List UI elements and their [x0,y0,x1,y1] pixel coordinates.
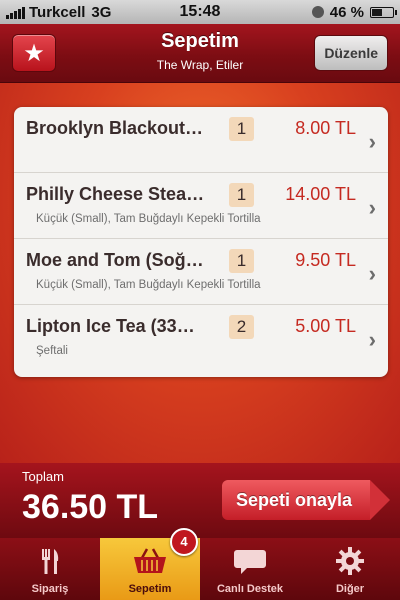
gear-icon [300,546,400,576]
item-options: Küçük (Small), Tam Buğdaylı Kepekli Tort… [36,213,261,225]
carrier-name: Turkcell [29,3,86,21]
cart-item-row[interactable]: Philly Cheese Stea… 1 14.00 TL Küçük (Sm… [14,173,388,239]
item-name: Moe and Tom (Soğ… [26,250,204,270]
item-quantity: 1 [229,183,254,207]
orientation-lock-icon [311,6,324,18]
tab-label: Sepetim [128,583,172,595]
battery-percent: 46 % [329,3,364,21]
chat-bubble-icon [200,546,300,576]
cart-items-list: Brooklyn Blackout… 1 8.00 TL › Philly Ch… [14,107,388,377]
signal-strength-icon [6,5,25,19]
item-name: Philly Cheese Stea… [26,184,205,204]
navigation-bar: ★ Sepetim The Wrap, Etiler Düzenle [0,24,400,83]
item-name: Lipton Ice Tea (33… [26,316,195,336]
edit-button[interactable]: Düzenle [314,35,388,71]
item-name: Brooklyn Blackout… [26,118,204,138]
chevron-right-icon: › [368,327,376,352]
tab-live-support[interactable]: Canlı Destek [200,538,300,600]
tab-other[interactable]: Diğer [300,538,400,600]
confirm-cart-button[interactable]: Sepeti onayla [222,480,390,520]
item-price: 14.00 TL [285,184,356,204]
item-quantity: 1 [229,117,254,141]
tab-cart[interactable]: 4 Sepetim [100,528,200,600]
chevron-right-icon: › [368,261,376,286]
item-price: 8.00 TL [295,118,356,138]
cart-item-row[interactable]: Moe and Tom (Soğ… 1 9.50 TL Küçük (Small… [14,239,388,305]
item-quantity: 1 [229,249,254,273]
cart-item-row[interactable]: Lipton Ice Tea (33… 2 5.00 TL Şeftali › [14,305,388,377]
chevron-right-icon: › [368,195,376,220]
tab-order[interactable]: Sipariş [0,538,100,600]
total-label: Toplam [22,469,64,484]
item-quantity: 2 [229,315,254,339]
network-type: 3G [91,3,112,21]
cart-count-badge: 4 [170,528,198,556]
item-price: 5.00 TL [295,316,356,336]
chevron-right-icon: › [368,129,376,154]
item-price: 9.50 TL [295,250,356,270]
tab-bar: Sipariş 4 Sepetim Canlı Destek Diğer [0,528,400,600]
tab-label: Diğer [335,583,365,595]
status-bar: Turkcell 3G 15:48 46 % [0,0,400,24]
tab-label: Canlı Destek [216,583,284,595]
item-options: Küçük (Small), Tam Buğdaylı Kepekli Tort… [36,279,261,291]
utensils-icon [0,546,100,576]
battery-icon [370,6,397,18]
tab-label: Sipariş [31,583,69,595]
cart-content: Brooklyn Blackout… 1 8.00 TL › Philly Ch… [0,83,400,463]
item-options: Şeftali [36,345,68,357]
cart-item-row[interactable]: Brooklyn Blackout… 1 8.00 TL › [14,107,388,173]
total-bar: Toplam 36.50 TL Sepeti onayla [0,463,400,538]
total-value: 36.50 TL [22,488,159,526]
